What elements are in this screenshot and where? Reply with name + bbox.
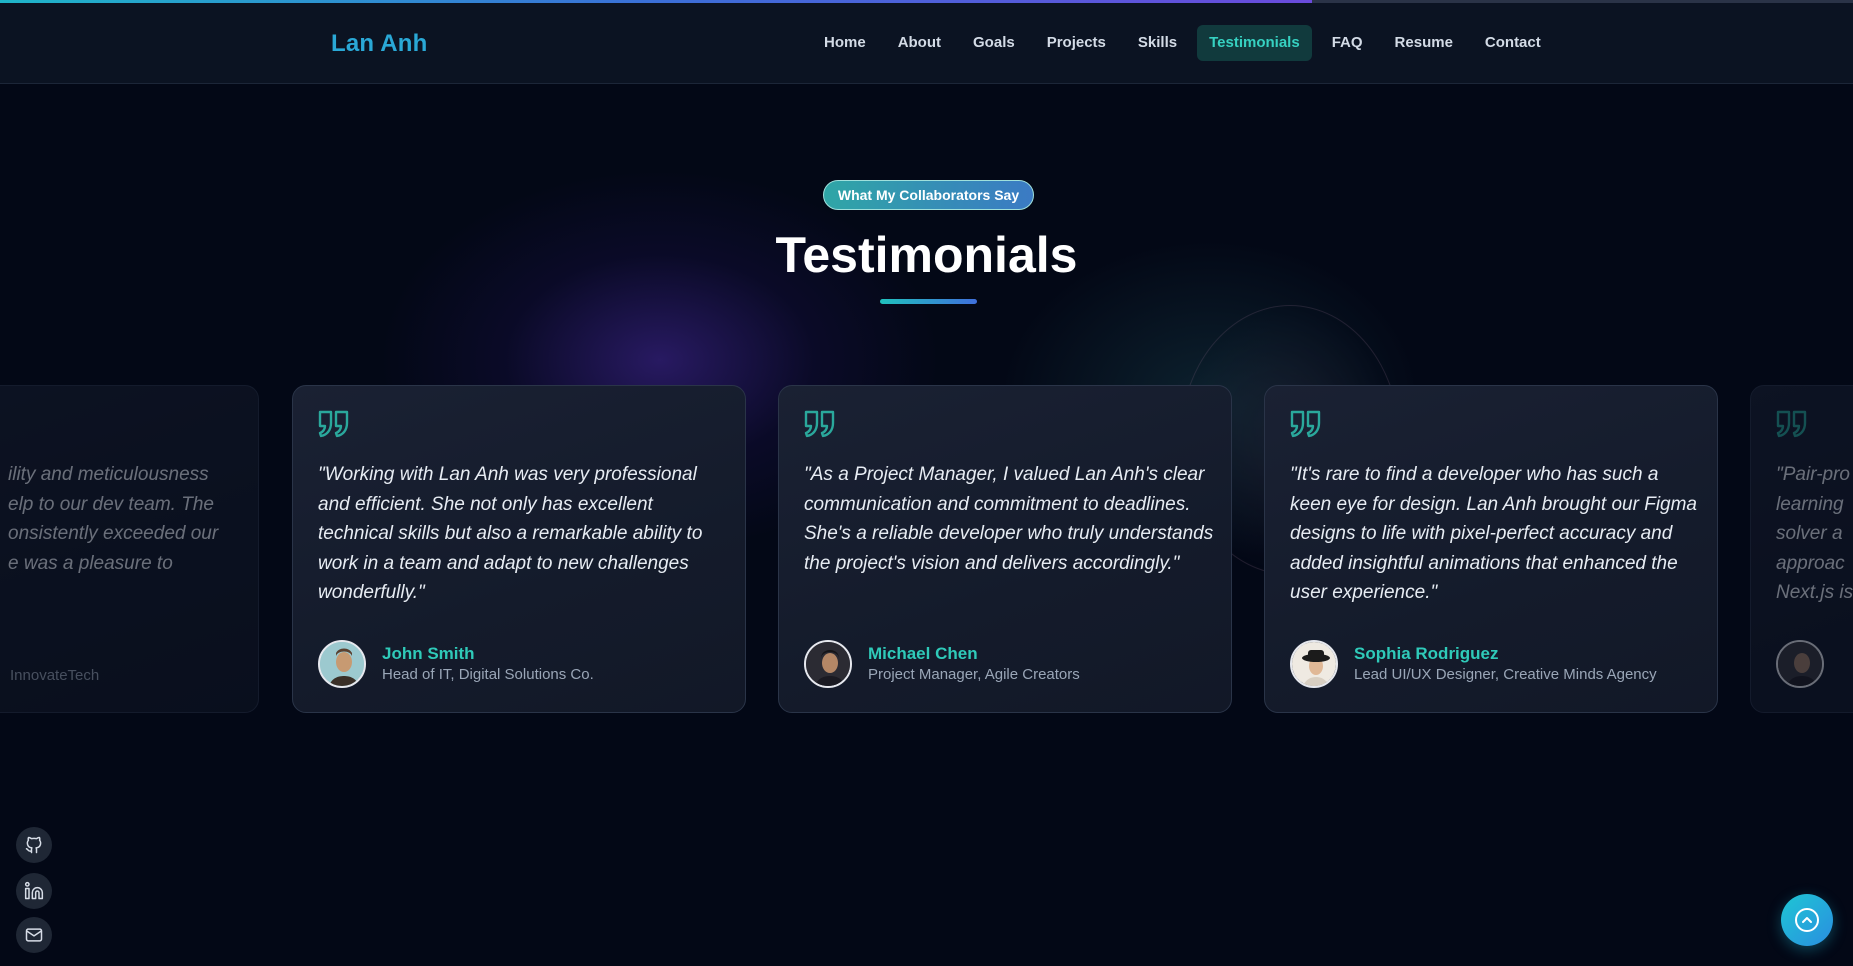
quote-icon [318,410,349,438]
quote-line: ility and meticulousness [8,464,209,485]
nav-projects[interactable]: Projects [1035,25,1118,61]
quote-line: e was a pleasure to [8,552,173,574]
author-role: Lead UI/UX Designer, Creative Minds Agen… [1354,666,1657,683]
quote-line: onsistently exceeded our [8,523,219,544]
avatar [1290,640,1338,688]
quote-icon [1776,410,1807,438]
section-title: Testimonials [775,227,1078,283]
brand-logo[interactable]: Lan Anh [331,30,428,58]
nav-faq[interactable]: FAQ [1320,25,1375,61]
nav-links: Home About Goals Projects Skills Testimo… [812,25,1561,61]
author [1776,640,1840,688]
avatar-image [1778,642,1822,686]
author-role: Project Manager, Agile Creators [868,666,1080,683]
avatar-image [320,642,364,686]
author-role: InnovateTech [10,667,100,684]
author: Michael Chen Project Manager, Agile Crea… [804,640,1080,688]
quote-line: Next.js is [1776,582,1853,603]
quote-line: learning [1776,493,1844,515]
scroll-to-top-button[interactable] [1781,894,1833,946]
mail-icon [25,928,43,942]
nav-resume[interactable]: Resume [1383,25,1465,61]
author: Sophia Rodriguez Lead UI/UX Designer, Cr… [1290,640,1657,688]
author-name: Michael Chen [868,644,978,663]
quote-text: "As a Project Manager, I valued Lan Anh'… [804,464,1214,574]
navbar: Lan Anh Home About Goals Projects Skills… [0,3,1853,84]
nav-testimonials[interactable]: Testimonials [1197,25,1312,61]
title-underline [880,299,977,304]
github-icon [25,836,42,854]
linkedin-icon [24,881,44,900]
quote-line: solver a [1776,523,1843,544]
quote-text: "It's rare to find a developer who has s… [1290,464,1697,603]
avatar [1776,640,1824,688]
chevron-up-icon [1795,908,1819,932]
nav-goals[interactable]: Goals [961,25,1027,61]
avatar-image [1292,642,1336,686]
quote-line: elp to our dev team. The [8,493,214,515]
nav-about[interactable]: About [886,25,953,61]
testimonial-card: "It's rare to find a developer who has s… [1264,385,1718,713]
linkedin-link[interactable] [16,873,52,909]
author-name: John Smith [382,644,475,663]
testimonial-card: "Working with Lan Anh was very professio… [292,385,746,713]
testimonial-card: "Pair-pro learning solver a approac Next… [1750,385,1853,713]
quote-line: "Pair-pro [1776,464,1850,485]
testimonial-card: ility and meticulousness elp to our dev … [0,385,259,713]
testimonial-card: "As a Project Manager, I valued Lan Anh'… [778,385,1232,713]
avatar [318,640,366,688]
author-role: Head of IT, Digital Solutions Co. [382,666,594,683]
quote-icon [1290,410,1321,438]
email-link[interactable] [16,917,52,953]
github-link[interactable] [16,827,52,863]
section-badge: What My Collaborators Say [823,180,1034,210]
quote-text: "Working with Lan Anh was very professio… [318,464,703,603]
nav-home[interactable]: Home [812,25,878,61]
testimonials-carousel[interactable]: ility and meticulousness elp to our dev … [0,385,1853,715]
quote-line: approac [1776,552,1845,574]
nav-contact[interactable]: Contact [1473,25,1553,61]
avatar [804,640,852,688]
nav-skills[interactable]: Skills [1126,25,1189,61]
author-name: Sophia Rodriguez [1354,644,1499,663]
quote-icon [804,410,835,438]
avatar-image [806,642,850,686]
author: John Smith Head of IT, Digital Solutions… [318,640,594,688]
